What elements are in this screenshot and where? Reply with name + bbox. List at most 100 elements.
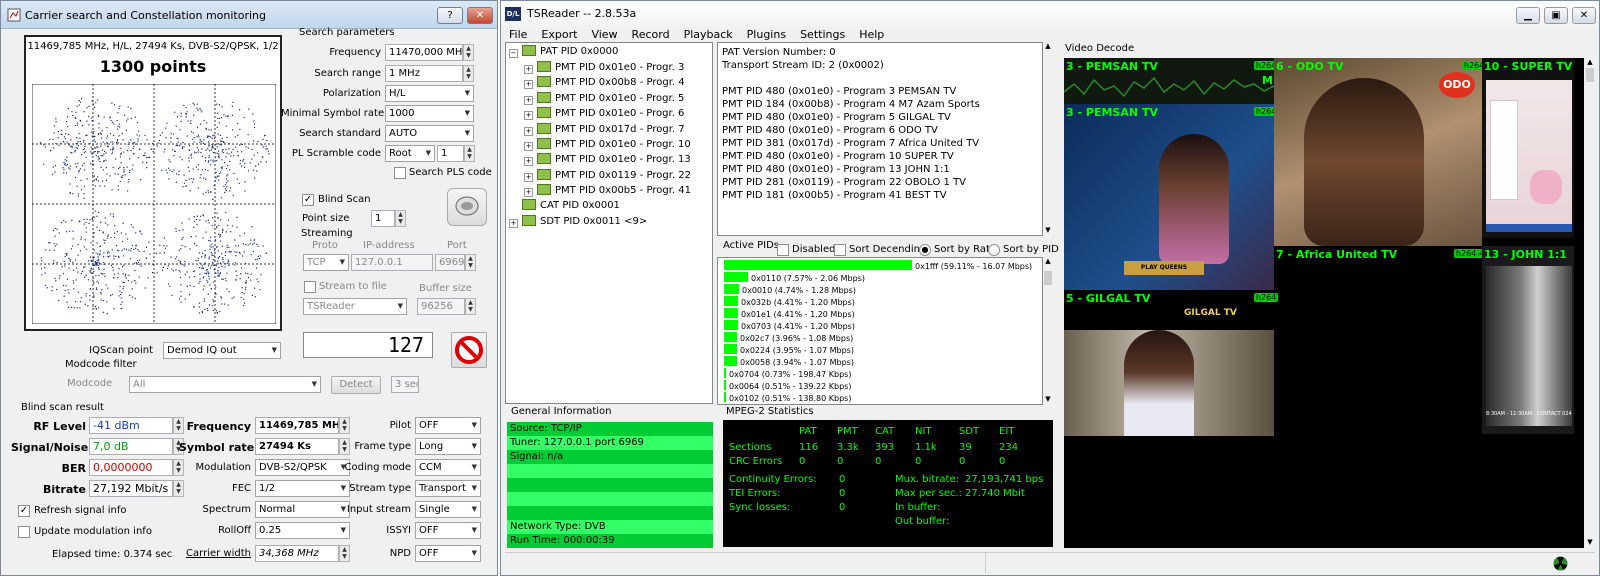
stream-to-file-checkbox[interactable] bbox=[304, 281, 316, 293]
sort-decending-checkbox[interactable] bbox=[834, 244, 846, 256]
general-info-panel: Source: TCP/IP Tuner: 127.0.0.1 port 696… bbox=[507, 422, 713, 548]
frame-type-select[interactable]: Long bbox=[415, 438, 481, 455]
refresh-signal-checkbox[interactable]: ✓ bbox=[18, 505, 30, 517]
carrier-titlebar[interactable]: Carrier search and Constellation monitor… bbox=[1, 1, 497, 29]
tsreader-titlebar[interactable]: D/L TSReader -- 2.8.53a ▁ ▣ ✕ bbox=[501, 1, 1599, 27]
close-button[interactable]: ✕ bbox=[467, 7, 493, 24]
general-info-label: General Information bbox=[511, 406, 612, 417]
disabled-checkbox[interactable] bbox=[777, 244, 789, 256]
point-size-input[interactable]: 1 bbox=[371, 210, 395, 227]
blind-scan-checkbox[interactable]: ✓ bbox=[302, 194, 314, 206]
frequency-spin[interactable]: ▲ ▼ bbox=[463, 44, 474, 61]
tree-node-pmt[interactable]: + PMT PID 0x01e0 - Progr. 13 bbox=[524, 153, 691, 167]
proto-select[interactable]: TCP bbox=[303, 254, 349, 271]
detect-interval[interactable]: 3 sec bbox=[391, 376, 419, 393]
points-count: 1300 points bbox=[99, 57, 207, 76]
pat-info-line: PMT PID 381 (0x017d) - Program 7 Africa … bbox=[722, 138, 980, 149]
pl-scramble-label: PL Scramble code bbox=[291, 148, 381, 159]
tree-node-pmt[interactable]: + PMT PID 0x01e0 - Progr. 10 bbox=[524, 138, 691, 152]
tree-node-sdt[interactable]: + SDT PID 0x0011 <9> bbox=[509, 215, 647, 229]
constellation-snapshot-button[interactable] bbox=[447, 188, 487, 226]
update-modulation-checkbox[interactable] bbox=[18, 526, 30, 538]
detect-button[interactable]: Detect bbox=[331, 376, 381, 394]
tree-node-pmt[interactable]: + PMT PID 0x01e0 - Progr. 5 bbox=[524, 91, 684, 106]
app-select[interactable]: TSReader bbox=[303, 298, 407, 315]
pat-scrollbar[interactable]: ▲ ▼ bbox=[1043, 42, 1053, 236]
sections-label: Sections bbox=[729, 442, 772, 453]
pid-row: 0x0102 (0.51% - 138.80 Kbps) bbox=[724, 392, 851, 403]
pl-scramble-input[interactable]: 1 bbox=[437, 145, 464, 162]
search-pls-checkbox[interactable] bbox=[394, 167, 406, 179]
pids-scrollbar[interactable]: ▲ ▼ bbox=[1043, 257, 1053, 405]
coding-mode-select[interactable]: CCM bbox=[415, 459, 481, 476]
sort-by-rate-radio[interactable]: ● bbox=[919, 244, 931, 256]
tei-value: 0 bbox=[839, 488, 846, 499]
modulation-select[interactable]: DVB-S2/QPSK bbox=[255, 459, 350, 476]
ip-input[interactable]: 127.0.0.1 bbox=[351, 254, 433, 271]
bitrate-value: 27,192 Mbit/s bbox=[89, 480, 173, 497]
tree-node-pmt[interactable]: + PMT PID 0x01e0 - Progr. 6 bbox=[524, 107, 684, 121]
menu-file[interactable]: File bbox=[509, 28, 527, 41]
port-spin[interactable]: ▲ ▼ bbox=[465, 254, 476, 271]
video-tile-super-tv[interactable]: 10 - SUPER TV bbox=[1482, 58, 1574, 238]
buffer-size-spin[interactable]: ▲ ▼ bbox=[465, 298, 476, 315]
video-tile-pemsan[interactable]: 3 - PEMSAN TV h264 PLAY QUEENS bbox=[1064, 104, 1279, 290]
menu-settings[interactable]: Settings bbox=[800, 28, 845, 41]
video-tile-odo[interactable]: 6 - ODO TV h264 ODO bbox=[1274, 58, 1487, 246]
maximize-button[interactable]: ▣ bbox=[1544, 7, 1568, 24]
tree-node-pmt[interactable]: + PMT PID 0x00b5 - Progr. 41 bbox=[524, 184, 691, 198]
buffer-size-input[interactable]: 96256 bbox=[417, 298, 465, 315]
npd-select[interactable]: OFF bbox=[415, 545, 481, 562]
tree-node-pmt[interactable]: + PMT PID 0x00b8 - Progr. 4 bbox=[524, 76, 685, 90]
tsreader-close-button[interactable]: ✕ bbox=[1572, 7, 1596, 24]
tree-node-pat[interactable]: − PAT PID 0x0000 bbox=[509, 45, 618, 59]
tree-node-pmt[interactable]: + PMT PID 0x0119 - Progr. 22 bbox=[524, 168, 691, 183]
stop-button[interactable] bbox=[451, 332, 487, 368]
tree-node-pmt[interactable]: + PMT PID 0x01e0 - Progr. 3 bbox=[524, 61, 684, 75]
tree-node-cat[interactable]: CAT PID 0x0001 bbox=[522, 199, 620, 213]
pl-scramble-spin[interactable]: ▲ ▼ bbox=[464, 145, 475, 162]
point-size-label: Point size bbox=[302, 213, 350, 224]
search-range-input[interactable]: 1 MHz bbox=[385, 65, 463, 82]
point-size-spin[interactable]: ▲ ▼ bbox=[395, 210, 406, 227]
video-tile-john[interactable]: 13 - JOHN 1:1 h264 8:30AM - 11:30AM . CO… bbox=[1454, 246, 1574, 434]
menu-help[interactable]: Help bbox=[859, 28, 884, 41]
menu-export[interactable]: Export bbox=[541, 28, 577, 41]
sort-by-pid-radio[interactable] bbox=[988, 244, 1000, 256]
carrier-width-value: 34,368 MHz bbox=[255, 545, 339, 562]
tree-node-pmt[interactable]: + PMT PID 0x017d - Progr. 7 bbox=[524, 122, 685, 137]
min-symbol-rate-select[interactable]: 1000 bbox=[385, 105, 474, 122]
menu-playback[interactable]: Playback bbox=[684, 28, 733, 41]
menu-plugins[interactable]: Plugins bbox=[747, 28, 786, 41]
iqscan-select[interactable]: Demod IQ out bbox=[163, 342, 281, 359]
rolloff-select[interactable]: 0.25 bbox=[255, 522, 350, 539]
search-range-spin[interactable]: ▲ ▼ bbox=[463, 65, 474, 82]
search-standard-select[interactable]: AUTO bbox=[385, 125, 474, 142]
help-button[interactable]: ? bbox=[437, 7, 463, 24]
video-scrollbar[interactable]: ▲ ▼ bbox=[1584, 58, 1596, 548]
video-tile-gilgal[interactable]: 5 - GILGAL TV h264 GILGAL TV bbox=[1064, 290, 1279, 436]
minimize-button[interactable]: ▁ bbox=[1516, 7, 1540, 24]
carrier-window: Carrier search and Constellation monitor… bbox=[0, 0, 498, 576]
issyi-select[interactable]: OFF bbox=[415, 522, 481, 539]
pilot-select[interactable]: OFF bbox=[415, 417, 481, 434]
spectrum-select[interactable]: Normal bbox=[255, 501, 350, 518]
pl-scramble-select[interactable]: Root bbox=[385, 145, 435, 162]
stream-type-select[interactable]: Transport bbox=[415, 480, 481, 497]
video-tile-africa-united[interactable]: 7 - Africa United TV h264 bbox=[1274, 246, 1487, 546]
video-tile-pemsan-thumb[interactable]: 3 - PEMSAN TV h264 M bbox=[1064, 58, 1279, 105]
input-stream-select[interactable]: Single bbox=[415, 501, 481, 518]
video-tile-label: 3 - PEMSAN TV bbox=[1066, 60, 1158, 73]
symbol-rate-value: 27494 Ks bbox=[255, 438, 339, 455]
menu-view[interactable]: View bbox=[591, 28, 617, 41]
polarization-select[interactable]: H/L bbox=[385, 85, 474, 102]
frequency-input[interactable]: 11470,000 MHz bbox=[385, 44, 463, 61]
carrier-width-label[interactable]: Carrier width bbox=[179, 548, 251, 559]
modcode-select[interactable]: All bbox=[129, 376, 321, 393]
fec-select[interactable]: 1/2 bbox=[255, 480, 350, 497]
port-input[interactable]: 6969 bbox=[435, 254, 465, 271]
menu-record[interactable]: Record bbox=[632, 28, 670, 41]
carrier-header-info: 11469,785 MHz, H/L, 27494 Ks, DVB-S2/QPS… bbox=[27, 41, 279, 52]
video-frame bbox=[1064, 330, 1274, 436]
general-network: Network Type: DVB bbox=[507, 520, 713, 534]
